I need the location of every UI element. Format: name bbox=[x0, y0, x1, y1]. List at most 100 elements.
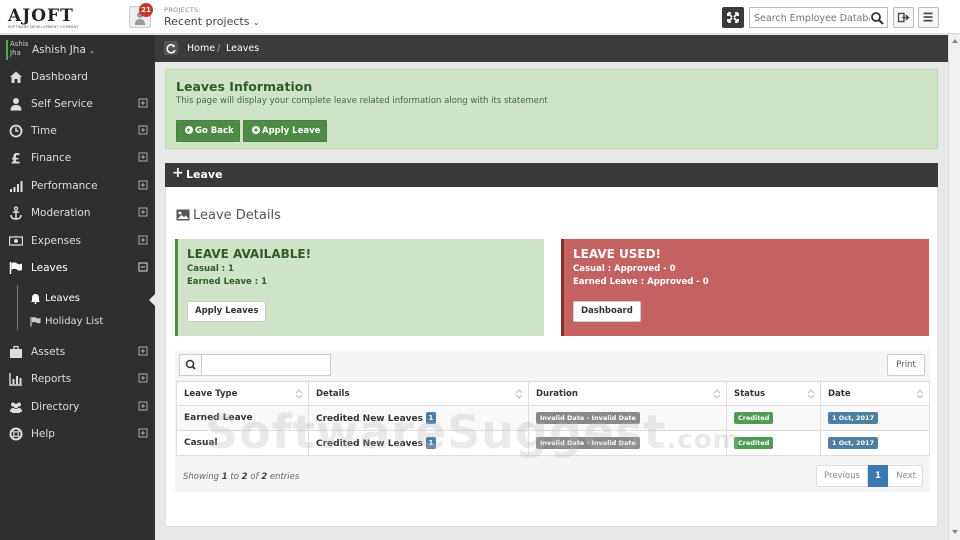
entries-info: Showing 1 to 2 of 2 entries bbox=[183, 472, 299, 482]
chevron-down-icon: ⌄ bbox=[252, 18, 260, 27]
sidebar: Ashish Jha Ashish Jha ⌄ Dashboard Self S… bbox=[0, 35, 155, 540]
employee-search-input[interactable] bbox=[754, 11, 870, 25]
apply-leave-button[interactable]: Apply Leave bbox=[243, 120, 327, 142]
breadcrumb-current: Leaves bbox=[226, 43, 260, 54]
duration-label: Invalid Date - Invalid Date bbox=[536, 437, 640, 449]
count-badge: 1 bbox=[425, 412, 436, 424]
expand-plus-icon[interactable] bbox=[138, 346, 148, 356]
leave-used-box: LEAVE USED! Casual : Approved - 0 Earned… bbox=[561, 239, 929, 336]
scroll-up-arrow[interactable] bbox=[952, 39, 958, 43]
user-name-dropdown[interactable]: Ashish Jha ⌄ bbox=[32, 44, 95, 56]
sidebar-subitem-leaves[interactable]: Leaves bbox=[0, 288, 155, 311]
leave-table-panel: Print Leave Type Details Duration Status… bbox=[175, 350, 930, 492]
breadcrumb-separator: / bbox=[217, 43, 221, 54]
expand-plus-icon[interactable] bbox=[138, 401, 148, 411]
showing-prefix: Showing bbox=[183, 472, 220, 482]
sidebar-item-expenses[interactable]: Expenses bbox=[0, 228, 155, 255]
leave-panel-header[interactable]: + Leave bbox=[165, 163, 938, 187]
table-search-input[interactable] bbox=[206, 358, 326, 372]
avatar: Ashish Jha bbox=[6, 40, 28, 60]
menu-button[interactable] bbox=[918, 7, 939, 28]
sidebar-item-moderation[interactable]: Moderation bbox=[0, 200, 155, 227]
home-icon bbox=[10, 71, 22, 83]
search-icon[interactable] bbox=[870, 11, 884, 25]
dashboard-button[interactable]: Dashboard bbox=[573, 301, 641, 322]
page-1-button[interactable]: 1 bbox=[868, 465, 888, 487]
sidebar-item-time[interactable]: Time bbox=[0, 118, 155, 145]
leave-panel-title: Leave bbox=[186, 168, 223, 181]
go-back-button[interactable]: Go Back bbox=[176, 120, 240, 142]
column-header-details[interactable]: Details bbox=[308, 381, 529, 406]
apply-leaves-button[interactable]: Apply Leaves bbox=[187, 301, 267, 322]
employee-search-box bbox=[749, 7, 888, 28]
showing-total: 2 bbox=[261, 472, 268, 482]
column-header-status[interactable]: Status bbox=[726, 381, 821, 406]
sidebar-item-label: Leaves bbox=[31, 262, 68, 274]
column-header-date[interactable]: Date bbox=[820, 381, 930, 406]
table-row[interactable]: Earned Leave Credited New Leaves 1 Invali… bbox=[176, 405, 930, 431]
scroll-down-arrow[interactable] bbox=[952, 530, 958, 534]
hamburger-icon bbox=[923, 12, 933, 22]
recent-projects-dropdown[interactable]: Recent projects ⌄ bbox=[164, 15, 260, 28]
previous-page-button[interactable]: Previous bbox=[817, 466, 868, 486]
column-header-label: Status bbox=[734, 388, 766, 399]
expand-plus-icon[interactable] bbox=[138, 428, 148, 438]
column-header-duration[interactable]: Duration bbox=[528, 381, 727, 406]
next-page-button[interactable]: Next bbox=[888, 466, 924, 486]
leave-table: Leave Type Details Duration Status Date … bbox=[176, 381, 930, 456]
refresh-button[interactable] bbox=[164, 41, 178, 55]
sidebar-item-directory[interactable]: Directory bbox=[0, 394, 155, 421]
user-menu[interactable]: Ashish Jha Ashish Jha ⌄ bbox=[0, 35, 155, 63]
expand-plus-icon[interactable] bbox=[138, 180, 148, 190]
collapse-minus-icon[interactable] bbox=[138, 262, 148, 272]
column-header-label: Duration bbox=[536, 388, 578, 399]
expand-plus-icon[interactable] bbox=[138, 207, 148, 217]
sort-icon bbox=[916, 389, 924, 399]
sidebar-item-reports[interactable]: Reports bbox=[0, 366, 155, 393]
leave-details-title: Leave Details bbox=[193, 208, 281, 223]
breadcrumb-home-link[interactable]: Home bbox=[187, 43, 215, 54]
sort-icon bbox=[807, 389, 815, 399]
column-header-label: Leave Type bbox=[184, 388, 238, 399]
bar-chart-icon bbox=[9, 373, 22, 386]
expand-plus-icon[interactable] bbox=[138, 152, 148, 162]
breadcrumb: Home / Leaves bbox=[155, 35, 948, 62]
showing-suffix: entries bbox=[269, 472, 300, 482]
sidebar-subitem-holiday-list[interactable]: Holiday List bbox=[0, 311, 155, 334]
users-icon bbox=[10, 402, 22, 413]
expand-plus-icon[interactable] bbox=[138, 98, 148, 108]
sidebar-subitem-label: Holiday List bbox=[45, 316, 104, 327]
expand-plus-icon[interactable] bbox=[138, 125, 148, 135]
status-badge: Credited bbox=[734, 412, 774, 424]
column-header-label: Details bbox=[316, 388, 350, 399]
sidebar-item-help[interactable]: Help bbox=[0, 421, 155, 448]
sidebar-item-label: Expenses bbox=[31, 235, 82, 247]
expand-plus-icon[interactable] bbox=[138, 373, 148, 383]
expand-plus-icon[interactable] bbox=[138, 235, 148, 245]
sidebar-item-self-service[interactable]: Self Service bbox=[0, 91, 155, 118]
sidebar-item-label: Performance bbox=[31, 180, 98, 192]
leave-panel-body: Leave Details LEAVE AVAILABLE! Casual : … bbox=[165, 187, 938, 527]
sidebar-item-finance[interactable]: £ Finance bbox=[0, 145, 155, 172]
sidebar-item-label: Dashboard bbox=[31, 71, 88, 83]
sidebar-item-dashboard[interactable]: Dashboard bbox=[0, 64, 155, 91]
sidebar-item-performance[interactable]: Performance bbox=[0, 173, 155, 200]
column-header-leave-type[interactable]: Leave Type bbox=[176, 381, 309, 406]
logout-button[interactable] bbox=[893, 7, 914, 28]
print-button[interactable]: Print bbox=[887, 354, 925, 376]
search-icon bbox=[185, 359, 196, 370]
fullscreen-button[interactable] bbox=[722, 7, 744, 28]
company-logo[interactable]: AJOFT SOFTWARE DEVELOPMENT COMPANY bbox=[8, 8, 88, 30]
cell-duration: Invalid Date - Invalid Date bbox=[528, 430, 727, 456]
sidebar-item-label: Directory bbox=[31, 401, 80, 413]
page-description: This page will display your complete lea… bbox=[176, 96, 548, 106]
leave-available-box: LEAVE AVAILABLE! Casual : 1 Earned Leave… bbox=[175, 239, 544, 336]
table-row[interactable]: Casual Credited New Leaves 1 Invalid Date… bbox=[176, 430, 930, 456]
sidebar-item-assets[interactable]: Assets bbox=[0, 339, 155, 366]
arrow-circle-left-icon bbox=[185, 126, 193, 134]
leave-used-casual: Casual : Approved - 0 bbox=[573, 264, 676, 274]
sidebar-item-leaves[interactable]: Leaves bbox=[0, 255, 155, 282]
sidebar-subitem-label: Leaves bbox=[45, 293, 80, 304]
page-scrollbar[interactable] bbox=[948, 35, 960, 540]
cell-status: Credited bbox=[726, 405, 821, 431]
